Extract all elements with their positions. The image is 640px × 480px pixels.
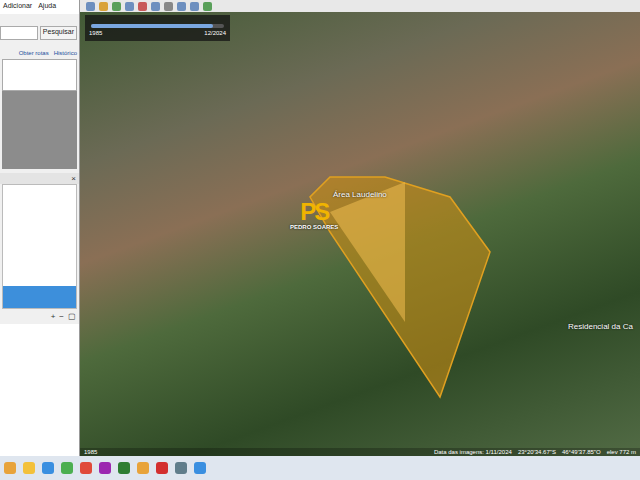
places-list [2,184,77,309]
status-elev: elev 772 m [607,449,636,455]
map-label: Residencial da Ca [568,322,633,331]
map-view[interactable]: 1985 12/2024 Área Laudelino Residencial da … [80,0,640,456]
slider-end: 12/2024 [204,30,226,36]
results-area [2,91,77,169]
watermark: PSPEDRO SOARES [290,200,338,230]
status-year: 1985 [84,449,97,455]
toolbar-icon[interactable] [125,2,134,11]
menu-item[interactable]: Adicionar [3,2,32,12]
layers-panel [0,324,79,456]
close-button[interactable]: × [71,174,76,183]
taskbar-app-icon[interactable] [194,462,206,474]
slider-start: 1985 [89,30,102,36]
toolbar-icon[interactable] [151,2,160,11]
taskbar-app-icon[interactable] [99,462,111,474]
results-list [2,59,77,91]
slider-labels: 1985 12/2024 [89,30,226,36]
places-controls: +−▢ [0,309,79,324]
menu-item[interactable]: Ajuda [38,2,56,12]
taskbar-app-icon[interactable] [61,462,73,474]
taskbar-app-icon[interactable] [80,462,92,474]
status-date: Data das imagens: 1/11/2024 [434,449,512,455]
watermark-name: PEDRO SOARES [290,224,338,230]
status-lon: 46°49'37.85"O [562,449,601,455]
taskbar-app-icon[interactable] [118,462,130,474]
toolbar-icon[interactable] [177,2,186,11]
search-row: Pesquisar [0,14,79,44]
taskbar-app-icon[interactable] [156,462,168,474]
status-lat: 23°20'34.67"S [518,449,556,455]
toolbar-icon[interactable] [99,2,108,11]
taskbar [0,456,640,480]
places-row[interactable] [3,286,76,308]
toolbar-icon[interactable] [190,2,199,11]
slider-track[interactable] [91,24,224,28]
menu-bar: Adicionar Ajuda [0,0,79,14]
time-slider[interactable]: 1985 12/2024 [85,15,230,41]
status-bar: 1985 Data das imagens: 1/11/2024 23°20'34.… [80,448,640,456]
taskbar-app-icon[interactable] [42,462,54,474]
taskbar-app-icon[interactable] [23,462,35,474]
search-link[interactable]: Histórico [54,50,77,56]
toolbar-icon[interactable] [203,2,212,11]
area-polygon [80,0,640,440]
control-button[interactable]: ▢ [68,312,76,321]
places-header: × [0,173,79,184]
status-info: Data das imagens: 1/11/2024 23°20'34.67"S… [434,449,636,455]
main-area: Adicionar Ajuda Pesquisar Obter rotas Histór… [0,0,640,456]
toolbar-icon[interactable] [86,2,95,11]
map-toolbar [80,0,640,12]
control-button[interactable]: − [59,312,64,321]
taskbar-app-icon[interactable] [137,462,149,474]
watermark-logo: PS [300,200,328,224]
control-button[interactable]: + [51,312,56,321]
toolbar-icon[interactable] [112,2,121,11]
slider-fill [91,24,213,28]
map-label: Área Laudelino [333,190,387,199]
search-link[interactable]: Obter rotas [19,50,49,56]
toolbar-icon[interactable] [138,2,147,11]
toolbar-icon[interactable] [164,2,173,11]
taskbar-app-icon[interactable] [4,462,16,474]
search-button[interactable]: Pesquisar [40,26,77,40]
search-field[interactable] [0,26,38,40]
side-panel: Adicionar Ajuda Pesquisar Obter rotas Histór… [0,0,80,456]
search-links: Obter rotas Histórico [0,44,79,59]
taskbar-app-icon[interactable] [175,462,187,474]
